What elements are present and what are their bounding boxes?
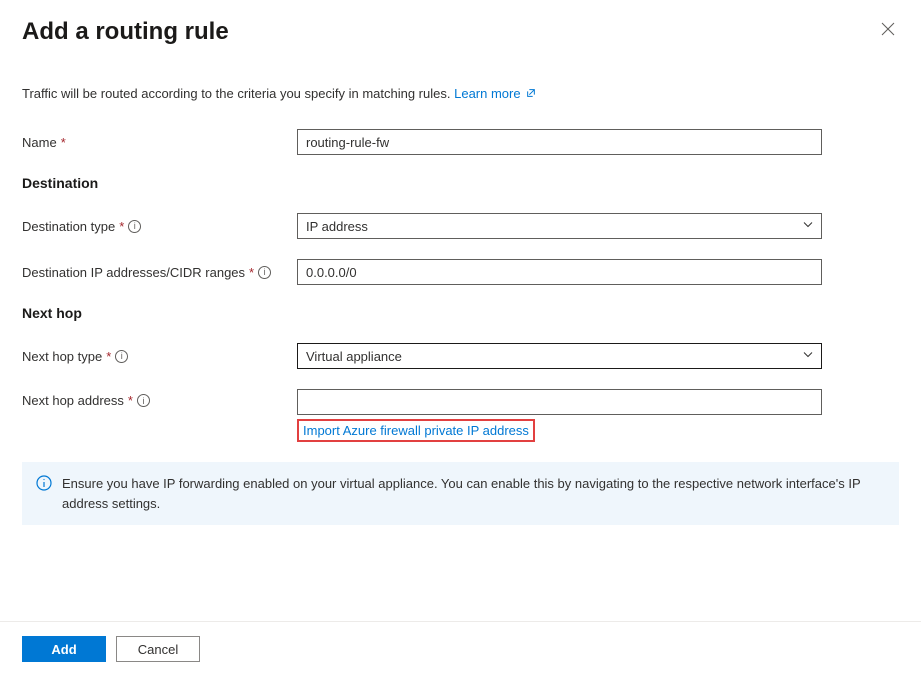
- destination-ip-label-text: Destination IP addresses/CIDR ranges: [22, 265, 245, 280]
- name-input[interactable]: [297, 129, 822, 155]
- destination-ip-input[interactable]: [297, 259, 822, 285]
- panel-header: Add a routing rule: [22, 18, 899, 46]
- next-hop-type-label-text: Next hop type: [22, 349, 102, 364]
- row-name: Name *: [22, 129, 899, 155]
- ip-forwarding-info: Ensure you have IP forwarding enabled on…: [22, 462, 899, 525]
- info-box-text: Ensure you have IP forwarding enabled on…: [62, 474, 885, 513]
- required-asterisk: *: [249, 265, 254, 280]
- intro-text: Traffic will be routed according to the …: [22, 86, 899, 101]
- name-label-text: Name: [22, 135, 57, 150]
- row-next-hop-type: Next hop type * i Virtual appliance: [22, 343, 899, 369]
- info-circle-icon: [36, 475, 52, 513]
- destination-ip-label: Destination IP addresses/CIDR ranges * i: [22, 265, 297, 280]
- learn-more-link[interactable]: Learn more: [454, 86, 536, 101]
- info-icon[interactable]: i: [258, 266, 271, 279]
- next-hop-address-input[interactable]: [297, 389, 822, 415]
- panel-title: Add a routing rule: [22, 18, 229, 46]
- next-hop-type-label: Next hop type * i: [22, 349, 297, 364]
- learn-more-label: Learn more: [454, 86, 520, 101]
- row-destination-type: Destination type * i IP address: [22, 213, 899, 239]
- cancel-button[interactable]: Cancel: [116, 636, 200, 662]
- row-destination-ip: Destination IP addresses/CIDR ranges * i: [22, 259, 899, 285]
- next-hop-type-select[interactable]: Virtual appliance: [297, 343, 822, 369]
- destination-type-label-text: Destination type: [22, 219, 115, 234]
- required-asterisk: *: [106, 349, 111, 364]
- close-button[interactable]: [877, 18, 899, 42]
- destination-type-label: Destination type * i: [22, 219, 297, 234]
- name-label: Name *: [22, 135, 297, 150]
- footer: Add Cancel: [0, 621, 921, 676]
- section-next-hop: Next hop: [22, 305, 899, 321]
- add-button[interactable]: Add: [22, 636, 106, 662]
- required-asterisk: *: [119, 219, 124, 234]
- section-destination: Destination: [22, 175, 899, 191]
- required-asterisk: *: [61, 135, 66, 150]
- info-icon[interactable]: i: [128, 220, 141, 233]
- info-icon[interactable]: i: [137, 394, 150, 407]
- import-firewall-ip-link[interactable]: Import Azure firewall private IP address: [297, 419, 535, 442]
- required-asterisk: *: [128, 393, 133, 408]
- intro-body: Traffic will be routed according to the …: [22, 86, 450, 101]
- next-hop-address-label-text: Next hop address: [22, 393, 124, 408]
- info-icon[interactable]: i: [115, 350, 128, 363]
- close-icon: [881, 23, 895, 39]
- destination-type-select[interactable]: IP address: [297, 213, 822, 239]
- next-hop-address-label: Next hop address * i: [22, 389, 297, 408]
- row-next-hop-address: Next hop address * i Import Azure firewa…: [22, 389, 899, 442]
- external-link-icon: [524, 86, 536, 101]
